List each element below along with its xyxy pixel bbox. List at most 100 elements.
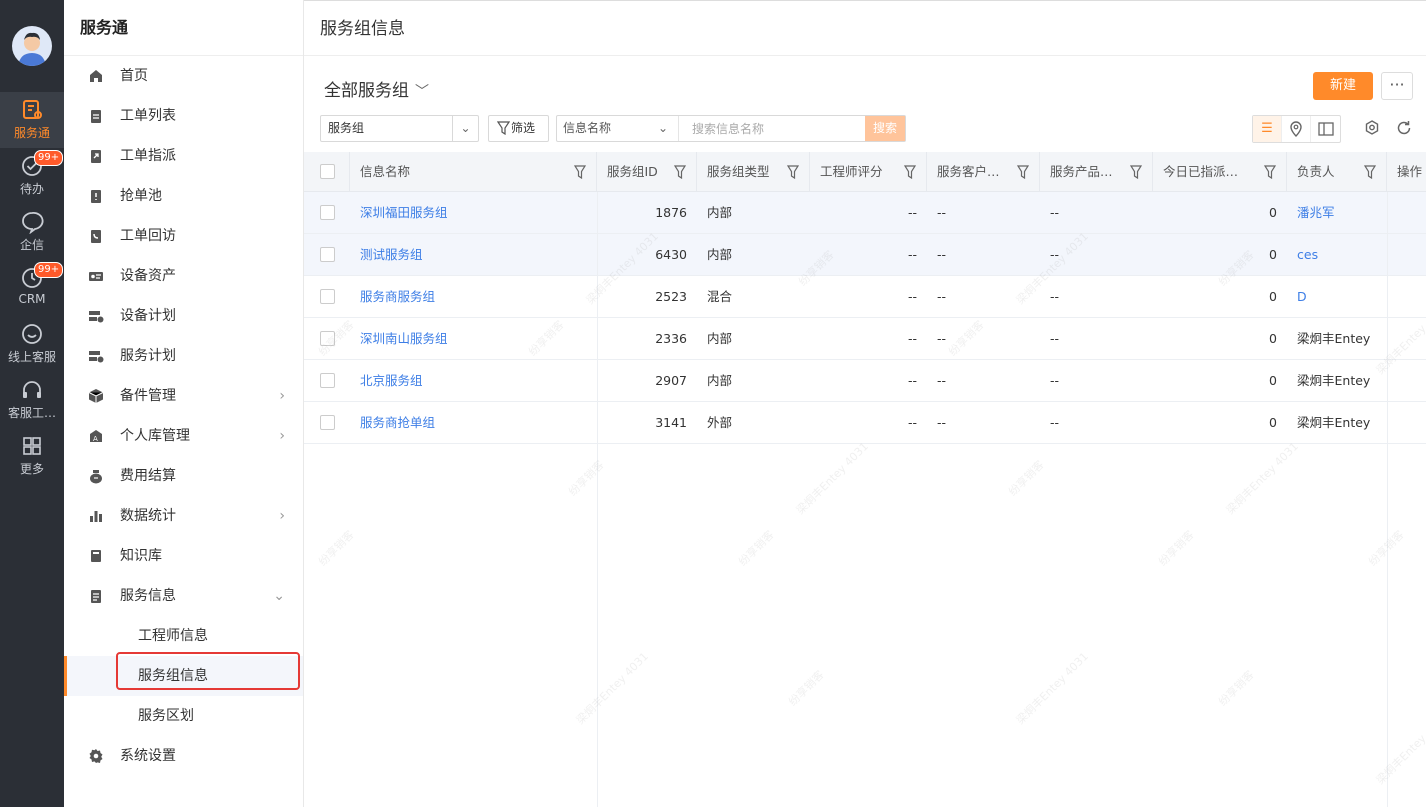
cell-type: 内部 (707, 247, 733, 262)
sidebar-item-personal-store[interactable]: A 个人库管理 › (64, 416, 303, 456)
new-button[interactable]: 新建 (1313, 72, 1373, 100)
row-checkbox[interactable] (320, 247, 335, 262)
cell-id: 2523 (655, 289, 687, 304)
more-button[interactable]: ··· (1381, 72, 1413, 100)
home-icon (90, 70, 102, 82)
sidebar-item-billing[interactable]: 费用结算 (64, 456, 303, 496)
column-header[interactable]: 工程师评分 (810, 152, 927, 192)
select-all-checkbox[interactable] (320, 164, 335, 179)
smile-chat-icon (22, 324, 42, 344)
personal-store-icon: A (90, 430, 102, 443)
table-row[interactable]: 测试服务组 6430 内部 -- -- -- 0 ces (304, 234, 1426, 276)
watermark-text: 梁炯丰Entey 4031 (573, 649, 651, 727)
rail-item-online-support[interactable]: 线上客服 (0, 316, 64, 372)
sidebar-subitem-service-region[interactable]: 服务区划 (64, 696, 303, 736)
filter-button[interactable]: 筛选 (488, 115, 549, 142)
sidebar-item-grab-pool[interactable]: 抢单池 (64, 176, 303, 216)
table-row[interactable]: 服务商抢单组 3141 外部 -- -- -- 0 梁炯丰Entey (304, 402, 1426, 444)
column-filter-icon[interactable] (1130, 165, 1142, 179)
cell-owner[interactable]: 潘兆军 (1287, 192, 1387, 233)
column-filter-icon[interactable] (787, 165, 799, 179)
rail-item-todo[interactable]: 99+ 待办 (0, 148, 64, 204)
search-field-label: 信息名称 (563, 121, 612, 135)
cell-name[interactable]: 北京服务组 (350, 360, 597, 401)
rail-item-more[interactable]: 更多 (0, 428, 64, 484)
sidebar-item-ticket-list[interactable]: 工单列表 (64, 96, 303, 136)
column-filter-icon[interactable] (1264, 165, 1276, 179)
search-field-select[interactable]: 信息名称 ⌄ (557, 116, 679, 141)
column-header[interactable]: 信息名称 (350, 152, 597, 192)
settings-gear-icon[interactable] (1363, 119, 1381, 137)
sidebar-subitem-engineer-info[interactable]: 工程师信息 (64, 616, 303, 656)
sidebar-item-service-plan[interactable]: 服务计划 (64, 336, 303, 376)
cell-type: 内部 (707, 331, 733, 346)
main-content: 服务组信息 全部服务组 ﹀ 新建 ··· 服务组 ⌄ 筛选 信息名称 ⌄ 搜索 ☰ (304, 0, 1426, 807)
rail-item-service-desk[interactable]: 客服工… (0, 372, 64, 428)
cell-type: 外部 (707, 415, 733, 430)
split-view-icon[interactable] (1311, 116, 1340, 142)
view-selector[interactable]: 全部服务组 ﹀ (324, 76, 429, 101)
rail-item-service[interactable]: 服务通 (0, 92, 64, 148)
search-input[interactable] (680, 116, 866, 141)
sidebar-subitem-label: 工程师信息 (138, 628, 208, 644)
row-checkbox[interactable] (320, 289, 335, 304)
column-filter-icon[interactable] (1364, 165, 1376, 179)
sidebar-item-settings[interactable]: 系统设置 (64, 736, 303, 776)
row-checkbox[interactable] (320, 205, 335, 220)
cell-owner[interactable]: D (1287, 276, 1387, 317)
search-button[interactable]: 搜索 (865, 116, 905, 141)
table-row[interactable]: 深圳南山服务组 2336 内部 -- -- -- 0 梁炯丰Entey (304, 318, 1426, 360)
object-select[interactable]: 服务组 ⌄ (320, 115, 479, 142)
column-header[interactable]: 服务客户… (927, 152, 1040, 192)
column-filter-icon[interactable] (574, 165, 586, 179)
header-select-all[interactable] (304, 152, 350, 192)
sidebar-item-parts[interactable]: 备件管理 › (64, 376, 303, 416)
column-header[interactable]: 负责人 (1287, 152, 1387, 192)
cell-product: -- (1050, 289, 1060, 304)
row-checkbox[interactable] (320, 415, 335, 430)
rail-item-label: CRM (18, 292, 46, 306)
column-header[interactable]: 服务产品… (1040, 152, 1153, 192)
cell-name[interactable]: 测试服务组 (350, 234, 597, 275)
sidebar-item-ticket-assign[interactable]: 工单指派 (64, 136, 303, 176)
rail-item-label: 企信 (19, 238, 44, 252)
cell-name[interactable]: 深圳南山服务组 (350, 318, 597, 359)
row-checkbox[interactable] (320, 331, 335, 346)
table-row[interactable]: 服务商服务组 2523 混合 -- -- -- 0 D (304, 276, 1426, 318)
refresh-icon[interactable] (1395, 119, 1413, 137)
filter-funnel-icon (497, 121, 510, 135)
rail-item-crm[interactable]: 99+ CRM (0, 260, 64, 316)
rail-item-chat[interactable]: 企信 (0, 204, 64, 260)
sidebar-item-device-assets[interactable]: 设备资产 (64, 256, 303, 296)
chevron-right-icon: › (279, 428, 285, 444)
cell-today: 0 (1269, 415, 1277, 430)
column-header[interactable]: 服务组ID (597, 152, 697, 192)
column-filter-icon[interactable] (674, 165, 686, 179)
row-checkbox[interactable] (320, 373, 335, 388)
list-view-icon[interactable]: ☰ (1253, 116, 1282, 142)
cell-name[interactable]: 服务商服务组 (350, 276, 597, 317)
sidebar-item-device-plan[interactable]: 设备计划 (64, 296, 303, 336)
info-doc-icon (91, 590, 101, 603)
column-header[interactable]: 今日已指派… (1153, 152, 1287, 192)
sidebar-item-statistics[interactable]: 数据统计 › (64, 496, 303, 536)
column-filter-icon[interactable] (904, 165, 916, 179)
sidebar-subitem-service-group-info[interactable]: 服务组信息 (64, 652, 303, 696)
view-switcher: ☰ (1252, 115, 1341, 143)
column-header[interactable]: 服务组类型 (697, 152, 810, 192)
rail-item-label: 客服工… (7, 406, 56, 420)
table-row[interactable]: 北京服务组 2907 内部 -- -- -- 0 梁炯丰Entey (304, 360, 1426, 402)
sidebar-item-knowledge[interactable]: 知识库 (64, 536, 303, 576)
sidebar-item-ticket-callback[interactable]: 工单回访 (64, 216, 303, 256)
callback-icon (91, 230, 101, 243)
sidebar-item-home[interactable]: 首页 (64, 56, 303, 96)
cell-owner[interactable]: ces (1287, 234, 1387, 275)
chat-bubble-icon (22, 212, 44, 234)
map-pin-icon[interactable] (1282, 116, 1311, 142)
user-avatar[interactable] (12, 26, 52, 66)
cell-name[interactable]: 服务商抢单组 (350, 402, 597, 443)
table-row[interactable]: 深圳福田服务组 1876 内部 -- -- -- 0 潘兆军 (304, 192, 1426, 234)
cell-name[interactable]: 深圳福田服务组 (350, 192, 597, 233)
sidebar-item-service-info[interactable]: 服务信息 ⌄ (64, 576, 303, 616)
column-filter-icon[interactable] (1017, 165, 1029, 179)
